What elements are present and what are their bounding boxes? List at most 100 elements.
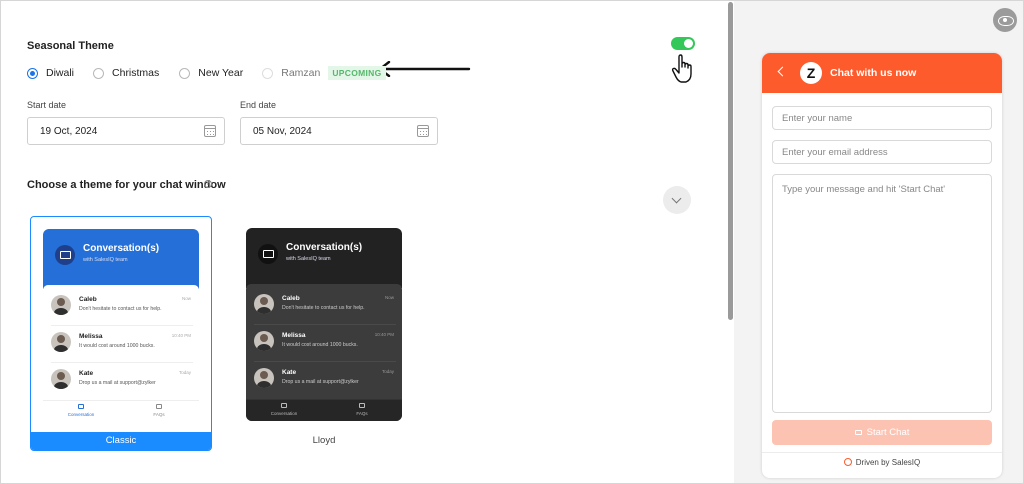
theme-card-lloyd[interactable]: Conversation(s) with SalesIQ team Caleb … (246, 216, 402, 451)
back-arrow-icon[interactable] (777, 66, 788, 77)
radio-dot[interactable] (93, 67, 105, 79)
avatar (254, 368, 274, 388)
message-field[interactable]: Type your message and hit 'Start Chat' (772, 174, 992, 413)
preview-tab-faqs: FAQs (129, 404, 189, 417)
radio-dot (262, 67, 274, 79)
footer-text: Driven by SalesIQ (855, 458, 921, 467)
email-field[interactable]: Enter your email address (772, 140, 992, 164)
radio-label: Diwali (46, 67, 75, 79)
list-item: Kate Drop us a mail at support@zylker To… (51, 365, 193, 395)
info-icon[interactable]: ? (204, 180, 212, 188)
radio-diwali[interactable]: Diwali (27, 67, 74, 79)
conversation-message: Don't hesitate to contact us for help. (79, 306, 162, 312)
pointer-hand-icon (671, 54, 692, 83)
preview-tab-conversation: Conversation (51, 404, 111, 417)
calendar-icon[interactable] (417, 125, 429, 137)
divider (762, 452, 1002, 453)
seasonal-theme-toggle[interactable] (671, 37, 695, 50)
conversation-time: 10:40 PM (171, 333, 191, 338)
conversation-name: Melissa (79, 333, 103, 340)
tab-label: Conversation (270, 411, 298, 416)
conversation-time: Today (178, 370, 191, 375)
avatar (254, 294, 274, 314)
list-item: Melissa It would cost around 1000 bucks.… (254, 327, 396, 357)
radio-label: Ramzan (281, 67, 321, 79)
theme-name-classic: Classic (31, 432, 211, 450)
conversation-time: Today (381, 369, 394, 374)
end-date-value: 05 Nov, 2024 (253, 126, 312, 137)
radio-ramzan: Ramzan UPCOMING (262, 66, 386, 80)
tab-label: FAQs (356, 411, 368, 416)
list-item: Caleb Don't hesitate to contact us for h… (254, 290, 396, 320)
preview-eye-button[interactable] (993, 8, 1017, 32)
calendar-icon[interactable] (204, 125, 216, 137)
preview-footer: Conversation FAQs (246, 399, 402, 421)
start-chat-button[interactable]: Start Chat (772, 420, 992, 445)
radio-label: Christmas (112, 67, 160, 79)
chat-bubble-icon (78, 404, 84, 409)
collapse-chevron-button[interactable] (663, 186, 691, 214)
end-date-label: End date (240, 100, 277, 110)
preview-footer: Conversation FAQs (43, 400, 199, 422)
chat-bubble-icon (258, 244, 278, 264)
list-item: Melissa It would cost around 1000 bucks.… (51, 328, 193, 358)
scrollbar-thumb[interactable] (728, 2, 733, 320)
start-date-label: Start date (27, 100, 67, 110)
radio-label: New Year (198, 67, 244, 79)
chat-bubble-icon (55, 245, 75, 265)
conversation-message: Drop us a mail at support@zylker (282, 379, 359, 385)
tab-label: FAQs (153, 412, 165, 417)
widget-header: Z Chat with us now (762, 53, 1002, 93)
conversation-name: Caleb (79, 296, 97, 303)
conversation-time: 10:40 PM (374, 332, 394, 337)
radio-new-year[interactable]: New Year (179, 67, 243, 79)
list-item: Kate Drop us a mail at support@zylker To… (254, 364, 396, 394)
start-date-input[interactable]: 19 Oct, 2024 (27, 117, 225, 145)
conversation-name: Caleb (282, 295, 300, 302)
send-icon (854, 430, 862, 435)
theme-chooser-title: Choose a theme for your chat window (27, 179, 226, 191)
avatar (51, 295, 71, 315)
book-icon (359, 403, 365, 408)
book-icon (156, 404, 162, 409)
conversation-name: Kate (79, 370, 94, 377)
end-date-input[interactable]: 05 Nov, 2024 (240, 117, 438, 145)
theme-card-classic[interactable]: Conversation(s) with SalesIQ team Caleb … (30, 216, 212, 451)
arrow-left-icon (378, 61, 471, 77)
preview-tab-conversation: Conversation (254, 403, 314, 416)
conversation-time: Now (384, 295, 394, 300)
preview-subtitle: with SalesIQ team (83, 257, 128, 263)
widget-footer: Driven by SalesIQ (762, 458, 1002, 467)
theme-preview: Conversation(s) with SalesIQ team Caleb … (246, 228, 402, 421)
seasonal-theme-title: Seasonal Theme (27, 40, 114, 52)
divider (51, 362, 193, 363)
divider (51, 325, 193, 326)
conversation-message: It would cost around 1000 bucks. (79, 343, 155, 349)
start-date-value: 19 Oct, 2024 (40, 126, 98, 137)
preview-header: Conversation(s) with SalesIQ team (43, 229, 199, 289)
conversation-message: Don't hesitate to contact us for help. (282, 305, 365, 311)
upcoming-badge: UPCOMING (328, 66, 386, 80)
name-field[interactable]: Enter your name (772, 106, 992, 130)
tab-label: Conversation (67, 412, 95, 417)
brand-logo: Z (800, 62, 822, 84)
theme-name-lloyd: Lloyd (312, 435, 336, 446)
radio-dot[interactable] (179, 67, 191, 79)
divider (254, 361, 396, 362)
conversation-name: Melissa (282, 332, 306, 339)
preview-subtitle: with SalesIQ team (286, 256, 331, 262)
preview-header: Conversation(s) with SalesIQ team (246, 228, 402, 288)
salesiq-icon (843, 458, 852, 466)
seasonal-radio-group: Diwali Christmas New Year Ramzan UPCOMIN… (27, 65, 386, 81)
avatar (51, 369, 71, 389)
chat-widget-preview: Z Chat with us now Enter your name Enter… (762, 53, 1002, 478)
avatar (254, 331, 274, 351)
list-item: Caleb Don't hesitate to contact us for h… (51, 291, 193, 321)
widget-title: Chat with us now (830, 67, 917, 79)
radio-dot[interactable] (27, 67, 38, 79)
conversation-message: Drop us a mail at support@zylker (79, 380, 156, 386)
radio-christmas[interactable]: Christmas (93, 67, 159, 79)
theme-preview: Conversation(s) with SalesIQ team Caleb … (43, 229, 199, 422)
avatar (51, 332, 71, 352)
conversation-message: It would cost around 1000 bucks. (282, 342, 358, 348)
